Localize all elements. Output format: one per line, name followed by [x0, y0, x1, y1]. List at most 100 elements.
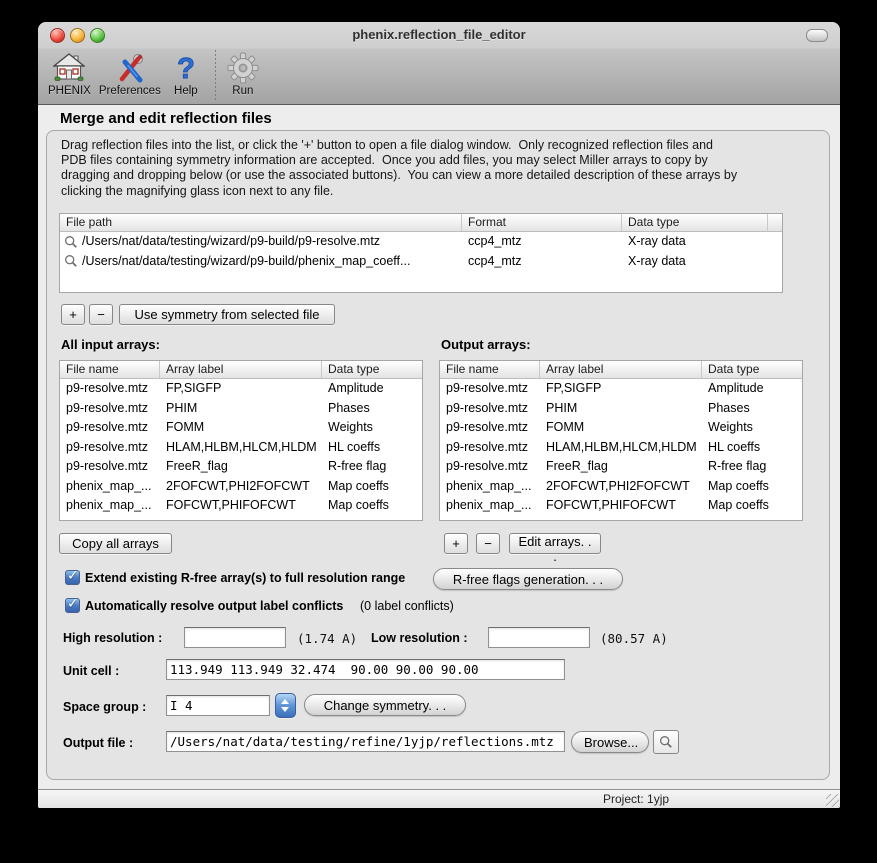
input-arrays-body: p9-resolve.mtzFP,SIGFPAmplitudep9-resolv…: [60, 379, 422, 516]
array-file-cell: p9-resolve.mtz: [440, 379, 540, 399]
array-row[interactable]: p9-resolve.mtzFP,SIGFPAmplitude: [440, 379, 802, 399]
col-file-name[interactable]: File name: [60, 361, 160, 378]
col-file-path[interactable]: File path: [60, 214, 462, 231]
output-arrays-body: p9-resolve.mtzFP,SIGFPAmplitudep9-resolv…: [440, 379, 802, 516]
array-row[interactable]: phenix_map_...FOFCWT,PHIFOFCWTMap coeffs: [60, 496, 422, 516]
preferences-label: Preferences: [99, 85, 161, 97]
run-button[interactable]: Run: [226, 48, 260, 97]
col-array-label[interactable]: Array label: [160, 361, 322, 378]
array-row[interactable]: p9-resolve.mtzPHIMPhases: [440, 399, 802, 419]
array-file-cell: p9-resolve.mtz: [60, 399, 160, 419]
phenix-button[interactable]: PHENIX: [48, 48, 91, 97]
spacer-cell: [768, 252, 782, 272]
main-panel: Drag reflection files into the list, or …: [46, 130, 830, 780]
change-symmetry-button[interactable]: Change symmetry. . .: [304, 694, 466, 716]
array-label-cell: PHIM: [160, 399, 322, 419]
use-symmetry-button[interactable]: Use symmetry from selected file: [119, 304, 335, 325]
array-row[interactable]: phenix_map_...2FOFCWT,PHI2FOFCWTMap coef…: [60, 477, 422, 497]
unit-cell-input[interactable]: [166, 659, 565, 680]
col-array-label[interactable]: Array label: [540, 361, 702, 378]
resolve-conflicts-checkbox[interactable]: ✓: [65, 598, 80, 613]
array-row[interactable]: p9-resolve.mtzFOMMWeights: [440, 418, 802, 438]
output-file-label: Output file :: [63, 736, 133, 750]
add-file-button[interactable]: +: [61, 304, 85, 325]
col-file-name[interactable]: File name: [440, 361, 540, 378]
title-bar[interactable]: phenix.reflection_file_editor: [38, 22, 840, 48]
array-row[interactable]: p9-resolve.mtzFP,SIGFPAmplitude: [60, 379, 422, 399]
array-row[interactable]: phenix_map_...FOFCWT,PHIFOFCWTMap coeffs: [440, 496, 802, 516]
resize-grip[interactable]: [826, 794, 839, 807]
col-spacer: [768, 214, 782, 231]
add-array-button[interactable]: +: [444, 533, 468, 554]
array-label-cell: HLAM,HLBM,HLCM,HLDM: [540, 438, 702, 458]
edit-arrays-button[interactable]: Edit arrays. . .: [509, 533, 601, 554]
help-button[interactable]: ? Help: [169, 48, 203, 97]
app-window: phenix.reflection_file_editor: [38, 22, 840, 808]
array-type-cell: Map coeffs: [702, 477, 802, 497]
low-resolution-hint: (80.57 A): [600, 631, 668, 646]
remove-array-button[interactable]: −: [476, 533, 500, 554]
project-status: Project: 1yjp: [603, 792, 669, 806]
file-format-cell: ccp4_mtz: [462, 252, 622, 272]
toolbar-toggle-button[interactable]: [806, 29, 828, 42]
array-row[interactable]: phenix_map_...2FOFCWT,PHI2FOFCWTMap coef…: [440, 477, 802, 497]
array-file-cell: p9-resolve.mtz: [60, 379, 160, 399]
unit-cell-label: Unit cell :: [63, 664, 119, 678]
array-type-cell: Map coeffs: [322, 477, 422, 497]
col-format[interactable]: Format: [462, 214, 622, 231]
input-arrays-table[interactable]: File name Array label Data type p9-resol…: [59, 360, 423, 521]
array-type-cell: Phases: [322, 399, 422, 419]
rfree-flags-generation-button[interactable]: R-free flags generation. . .: [433, 568, 623, 590]
toolbar-separator: [215, 50, 216, 100]
copy-all-arrays-button[interactable]: Copy all arrays: [59, 533, 172, 554]
file-path-text: /Users/nat/data/testing/wizard/p9-build/…: [82, 252, 410, 272]
array-type-cell: Weights: [702, 418, 802, 438]
low-resolution-input[interactable]: [488, 627, 590, 648]
output-arrays-table[interactable]: File name Array label Data type p9-resol…: [439, 360, 803, 521]
file-list-table[interactable]: File path Format Data type /Users/nat/da…: [59, 213, 783, 293]
output-file-input[interactable]: [166, 731, 565, 752]
spacer-cell: [768, 232, 782, 252]
file-data-type-cell: X-ray data: [622, 252, 768, 272]
svg-text:?: ?: [177, 53, 195, 84]
file-row[interactable]: /Users/nat/data/testing/wizard/p9-build/…: [60, 232, 782, 252]
array-label-cell: FOFCWT,PHIFOFCWT: [540, 496, 702, 516]
array-file-cell: phenix_map_...: [440, 477, 540, 497]
array-file-cell: p9-resolve.mtz: [440, 457, 540, 477]
space-group-stepper[interactable]: [275, 693, 296, 718]
array-row[interactable]: p9-resolve.mtzFreeR_flagR-free flag: [440, 457, 802, 477]
high-resolution-hint: (1.74 A): [297, 631, 357, 646]
extend-rfree-label: Extend existing R-free array(s) to full …: [85, 571, 405, 585]
preferences-button[interactable]: Preferences: [99, 48, 161, 97]
main-content: Merge and edit reflection files Drag ref…: [38, 105, 840, 790]
array-row[interactable]: p9-resolve.mtzFreeR_flagR-free flag: [60, 457, 422, 477]
browse-button[interactable]: Browse...: [571, 731, 649, 753]
array-row[interactable]: p9-resolve.mtzFOMMWeights: [60, 418, 422, 438]
file-format-cell: ccp4_mtz: [462, 232, 622, 252]
array-file-cell: phenix_map_...: [60, 496, 160, 516]
page-title: Merge and edit reflection files: [60, 110, 272, 127]
col-data-type[interactable]: Data type: [702, 361, 802, 378]
file-table-body: /Users/nat/data/testing/wizard/p9-build/…: [60, 232, 782, 271]
gear-icon: [226, 51, 260, 84]
array-row[interactable]: p9-resolve.mtzPHIMPhases: [60, 399, 422, 419]
array-label-cell: HLAM,HLBM,HLCM,HLDM: [160, 438, 322, 458]
stepper-down-icon[interactable]: [281, 707, 289, 712]
high-resolution-input[interactable]: [184, 627, 286, 648]
array-row[interactable]: p9-resolve.mtzHLAM,HLBM,HLCM,HLDMHL coef…: [60, 438, 422, 458]
space-group-input[interactable]: [166, 695, 270, 716]
col-data-type[interactable]: Data type: [622, 214, 768, 231]
check-icon: ✓: [67, 568, 79, 584]
view-file-button[interactable]: [653, 730, 679, 754]
file-row[interactable]: /Users/nat/data/testing/wizard/p9-build/…: [60, 252, 782, 272]
output-arrays-label: Output arrays:: [441, 337, 531, 352]
extend-rfree-checkbox[interactable]: ✓: [65, 570, 80, 585]
array-label-cell: PHIM: [540, 399, 702, 419]
col-data-type[interactable]: Data type: [322, 361, 422, 378]
remove-file-button[interactable]: −: [89, 304, 113, 325]
stepper-up-icon[interactable]: [281, 699, 289, 704]
array-row[interactable]: p9-resolve.mtzHLAM,HLBM,HLCM,HLDMHL coef…: [440, 438, 802, 458]
array-type-cell: R-free flag: [702, 457, 802, 477]
array-type-cell: HL coeffs: [702, 438, 802, 458]
array-label-cell: FOFCWT,PHIFOFCWT: [160, 496, 322, 516]
